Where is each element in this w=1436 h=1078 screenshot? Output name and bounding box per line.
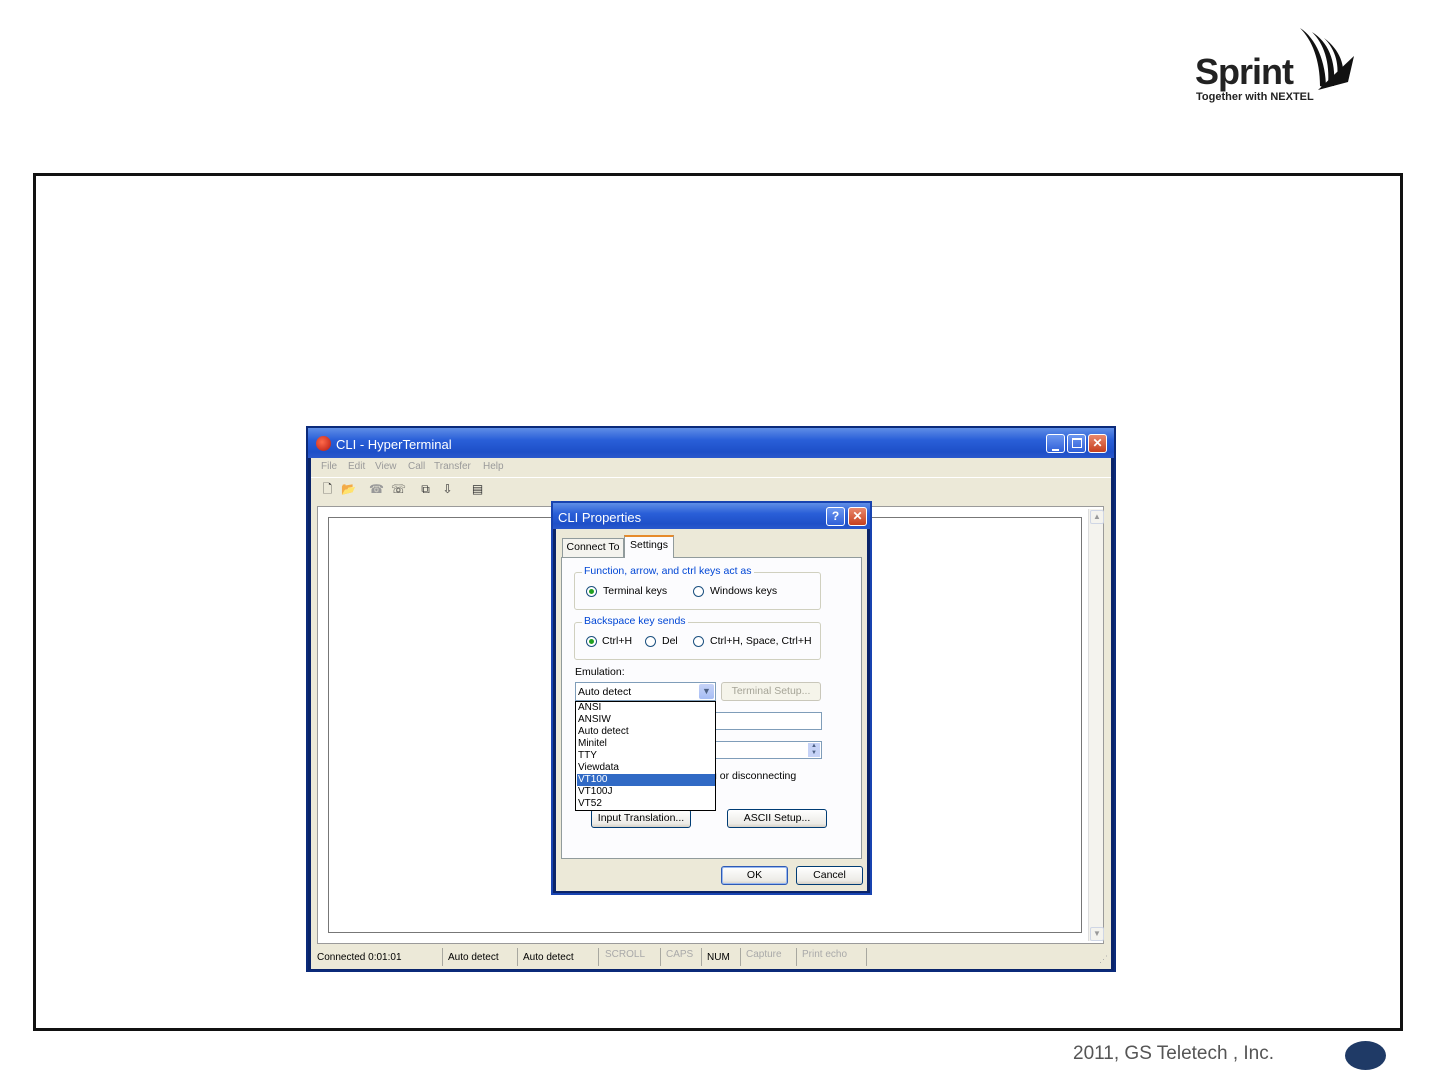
- emulation-label: Emulation:: [575, 666, 625, 678]
- scroll-up-icon[interactable]: ▲: [1090, 510, 1104, 524]
- chevron-down-icon[interactable]: ▼: [699, 684, 714, 699]
- emulation-option-vt100[interactable]: VT100: [577, 774, 715, 786]
- sprint-logo-wordmark: Sprint: [1195, 51, 1294, 92]
- terminal-keys-label: Terminal keys: [603, 585, 668, 597]
- terminal-setup-button[interactable]: Terminal Setup...: [721, 682, 821, 701]
- backscroll-lines-spinner[interactable]: ▲ ▼: [712, 741, 822, 759]
- menu-bar: File Edit View Call Transfer Help: [311, 458, 1111, 476]
- status-divider: [598, 948, 599, 966]
- ascii-setup-button[interactable]: ASCII Setup...: [727, 809, 827, 828]
- sprint-logo-icon: [1300, 28, 1354, 90]
- close-icon: ✕: [1092, 436, 1103, 450]
- menu-call[interactable]: Call: [408, 461, 425, 472]
- del-label: Del: [662, 635, 678, 647]
- open-icon[interactable]: 📂: [341, 483, 356, 496]
- status-num: NUM: [707, 952, 730, 963]
- status-emulation: Auto detect: [448, 952, 499, 963]
- ctrl-h-space-label: Ctrl+H, Space, Ctrl+H: [710, 635, 812, 647]
- status-divider: [740, 948, 741, 966]
- tab-connect-to[interactable]: Connect To: [562, 538, 624, 557]
- vertical-scrollbar[interactable]: ▲ ▼: [1088, 509, 1104, 941]
- emulation-option-vt100j[interactable]: VT100J: [577, 786, 715, 798]
- backspace-group-label: Backspace key sends: [582, 615, 688, 627]
- menu-transfer[interactable]: Transfer: [434, 461, 471, 472]
- receive-icon[interactable]: ⇩: [441, 483, 454, 496]
- status-divider: [796, 948, 797, 966]
- window-titlebar[interactable]: CLI - HyperTerminal ✕: [308, 428, 1114, 458]
- backscroll-buffer-field[interactable]: [712, 712, 822, 730]
- status-divider: [660, 948, 661, 966]
- connect-icon[interactable]: ☎: [369, 483, 384, 496]
- dialog-close-button[interactable]: ✕: [848, 507, 867, 526]
- emulation-option-minitel[interactable]: Minitel: [577, 738, 715, 750]
- resize-grip-icon[interactable]: ⋰: [1099, 954, 1108, 965]
- play-sound-option-text: g or disconnecting: [711, 770, 797, 782]
- keys-group-label: Function, arrow, and ctrl keys act as: [582, 565, 754, 577]
- menu-file[interactable]: File: [321, 461, 337, 472]
- del-radio[interactable]: [645, 636, 656, 647]
- status-scroll: SCROLL: [605, 949, 646, 960]
- ok-button[interactable]: OK: [721, 866, 788, 885]
- toolbar: 🗋 📂 ☎ ☏ ⧉ ⇩ ▤: [311, 477, 1111, 503]
- status-port-settings: Auto detect: [523, 952, 574, 963]
- maximize-icon: [1071, 438, 1082, 448]
- status-caps: CAPS: [666, 949, 694, 960]
- minimize-button[interactable]: [1046, 434, 1065, 453]
- copyright-footer: 2011, GS Teletech , Inc.: [1073, 1043, 1275, 1064]
- status-divider: [517, 948, 518, 966]
- dialog-title: CLI Properties: [558, 510, 642, 525]
- help-button[interactable]: ?: [826, 507, 845, 526]
- properties-dialog: CLI Properties ? ✕ Connect To Settings F…: [551, 501, 872, 895]
- settings-panel: Function, arrow, and ctrl keys act as Te…: [561, 557, 862, 859]
- emulation-dropdown-list: ANSI ANSIW Auto detect Minitel TTY Viewd…: [575, 701, 716, 811]
- emulation-option-ansiw[interactable]: ANSIW: [577, 714, 715, 726]
- emulation-select[interactable]: Auto detect ▼: [575, 682, 716, 701]
- status-connected: Connected 0:01:01: [317, 952, 402, 963]
- dialog-body: Connect To Settings Function, arrow, and…: [556, 529, 867, 891]
- status-divider: [442, 948, 443, 966]
- hyperterminal-app-icon: [316, 436, 331, 451]
- close-button[interactable]: ✕: [1088, 434, 1107, 453]
- send-icon[interactable]: ⧉: [419, 483, 432, 496]
- status-print-echo: Print echo: [802, 949, 848, 960]
- windows-keys-label: Windows keys: [710, 585, 778, 597]
- menu-edit[interactable]: Edit: [348, 461, 365, 472]
- ctrl-h-radio[interactable]: [586, 636, 597, 647]
- windows-keys-radio[interactable]: [693, 586, 704, 597]
- status-capture: Capture: [746, 949, 782, 960]
- ctrl-h-space-radio[interactable]: [693, 636, 704, 647]
- status-bar: Connected 0:01:01 Auto detect Auto detec…: [311, 946, 1111, 968]
- emulation-selected-value: Auto detect: [578, 686, 632, 698]
- spinner-arrows-icon[interactable]: ▲ ▼: [808, 743, 820, 757]
- emulation-option-viewdata[interactable]: Viewdata: [577, 762, 715, 774]
- tab-settings[interactable]: Settings: [624, 535, 674, 558]
- emulation-option-auto-detect[interactable]: Auto detect: [577, 726, 715, 738]
- status-divider: [866, 948, 867, 966]
- cancel-button[interactable]: Cancel: [796, 866, 863, 885]
- window-title: CLI - HyperTerminal: [336, 437, 452, 452]
- input-translation-button[interactable]: Input Translation...: [591, 809, 691, 828]
- dialog-titlebar[interactable]: CLI Properties ? ✕: [553, 503, 870, 529]
- close-icon: ✕: [852, 509, 863, 523]
- emulation-option-vt52[interactable]: VT52: [577, 798, 715, 810]
- disconnect-icon[interactable]: ☏: [391, 483, 406, 496]
- help-icon: ?: [831, 509, 840, 523]
- minimize-icon: [1052, 449, 1059, 451]
- terminal-keys-radio[interactable]: [586, 586, 597, 597]
- status-divider: [701, 948, 702, 966]
- emulation-option-tty[interactable]: TTY: [577, 750, 715, 762]
- properties-icon[interactable]: ▤: [471, 483, 484, 496]
- page-number-badge: [1345, 1041, 1386, 1070]
- emulation-option-ansi[interactable]: ANSI: [577, 702, 715, 714]
- menu-view[interactable]: View: [375, 461, 397, 472]
- new-icon[interactable]: 🗋: [321, 483, 334, 496]
- maximize-button[interactable]: [1067, 434, 1086, 453]
- scroll-down-icon[interactable]: ▼: [1090, 927, 1104, 941]
- ctrl-h-label: Ctrl+H: [602, 635, 633, 647]
- menu-help[interactable]: Help: [483, 461, 504, 472]
